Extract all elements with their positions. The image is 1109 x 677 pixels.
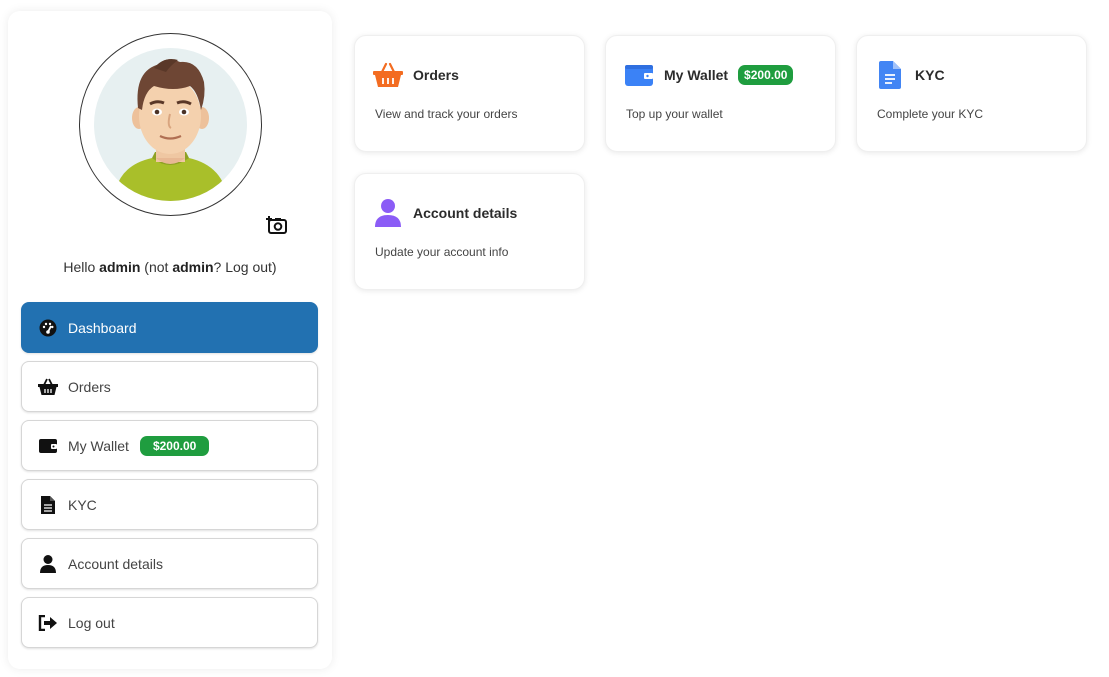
card-description: Top up your wallet	[626, 107, 723, 121]
wallet-icon	[624, 60, 654, 90]
nav-item-logout[interactable]: Log out	[21, 597, 318, 648]
user-icon	[373, 198, 403, 228]
basket-icon	[373, 60, 403, 90]
document-icon	[875, 60, 905, 90]
nav-item-wallet[interactable]: My Wallet $200.00	[21, 420, 318, 471]
card-description: Complete your KYC	[877, 107, 984, 121]
username: admin	[99, 259, 141, 275]
card-title: Orders	[413, 67, 459, 83]
user-icon	[38, 554, 58, 574]
wallet-balance-badge: $200.00	[139, 435, 210, 456]
card-title: Account details	[413, 205, 518, 221]
account-navigation: Dashboard Orders My Wallet $200.00 KYC A…	[21, 302, 318, 656]
card-title: My Wallet	[664, 67, 729, 83]
nav-label: Account details	[68, 555, 163, 572]
avatar	[79, 33, 262, 216]
nav-label: Log out	[68, 614, 115, 631]
nav-item-orders[interactable]: Orders	[21, 361, 318, 412]
greeting-text: Hello admin (not admin? Log out)	[63, 259, 277, 275]
logout-icon	[38, 613, 58, 633]
dashboard-icon	[38, 318, 58, 338]
card-title: KYC	[915, 67, 945, 83]
nav-item-dashboard[interactable]: Dashboard	[21, 302, 318, 353]
avatar-image	[94, 48, 247, 201]
card-description: View and track your orders	[375, 107, 518, 121]
card-kyc[interactable]: KYC Complete your KYC	[856, 35, 1087, 152]
nav-label: KYC	[68, 496, 97, 513]
change-photo-button[interactable]	[265, 215, 289, 239]
document-icon	[38, 495, 58, 515]
logout-link[interactable]: ? Log out)	[214, 259, 277, 275]
basket-icon	[38, 377, 58, 397]
wallet-balance-badge: $200.00	[738, 65, 794, 85]
nav-item-kyc[interactable]: KYC	[21, 479, 318, 530]
account-sidebar: Hello admin (not admin? Log out) Dashboa…	[8, 11, 332, 669]
camera-add-icon	[266, 215, 288, 240]
nav-label: My Wallet	[68, 437, 129, 454]
wallet-icon	[38, 436, 58, 456]
nav-item-account-details[interactable]: Account details	[21, 538, 318, 589]
nav-label: Orders	[68, 378, 111, 395]
card-description: Update your account info	[375, 245, 509, 259]
card-wallet[interactable]: My Wallet $200.00 Top up your wallet	[605, 35, 836, 152]
card-orders[interactable]: Orders View and track your orders	[354, 35, 585, 152]
nav-label: Dashboard	[68, 319, 137, 336]
card-account-details[interactable]: Account details Update your account info	[354, 173, 585, 290]
